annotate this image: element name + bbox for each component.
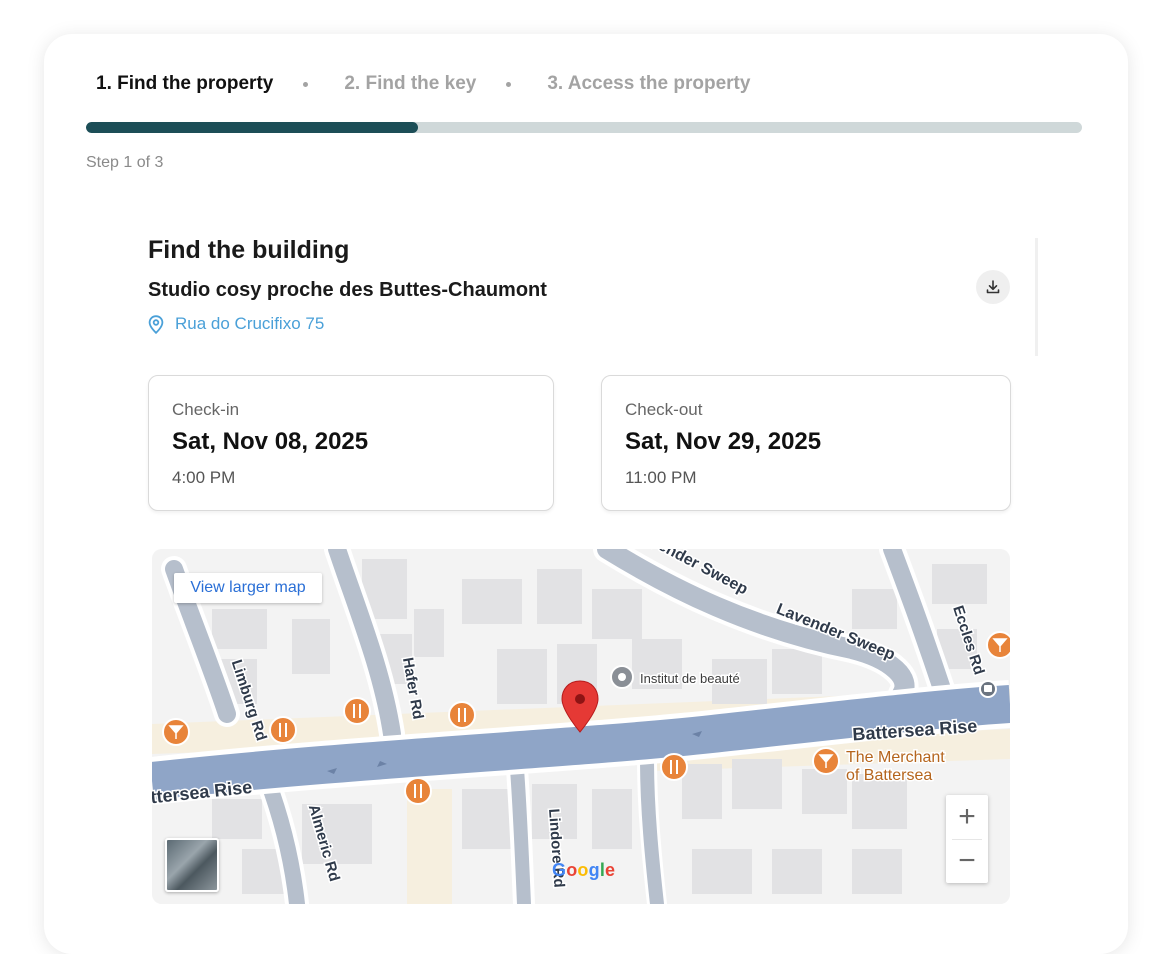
view-larger-map-link[interactable]: View larger map: [174, 573, 322, 603]
step-find-key[interactable]: 2. Find the key: [344, 73, 476, 95]
zoom-out-button[interactable]: −: [946, 839, 988, 883]
poi-label-institut: Institut de beauté: [640, 671, 740, 686]
address-text: Rua do Crucifixo 75: [175, 314, 325, 333]
step-separator-dot: [506, 81, 512, 87]
satellite-toggle[interactable]: [165, 838, 219, 892]
step-access-property[interactable]: 3. Access the property: [547, 73, 750, 95]
zoom-in-button[interactable]: +: [946, 795, 988, 839]
restaurant-icon[interactable]: [269, 716, 297, 744]
bar-icon[interactable]: [812, 747, 840, 775]
embedded-map[interactable]: Battersea Rise ttersea Rise Lavender Swe…: [152, 549, 1010, 904]
checkout-label: Check-out: [625, 400, 703, 419]
checkout-date: Sat, Nov 29, 2025: [625, 428, 822, 455]
checkout-card: Check-out Sat, Nov 29, 2025 11:00 PM: [601, 375, 1011, 511]
checkout-time: 11:00 PM: [625, 468, 697, 487]
download-icon: [986, 280, 1000, 294]
google-logo: Google: [552, 860, 616, 880]
restaurant-icon[interactable]: [660, 753, 688, 781]
stepper: 1. Find the property 2. Find the key 3. …: [96, 72, 750, 96]
poi-label-merchant-line2: of Battersea: [846, 767, 932, 784]
checkin-date: Sat, Nov 08, 2025: [172, 428, 369, 455]
step-counter: Step 1 of 3: [86, 154, 164, 171]
location-pin-icon: [148, 314, 164, 334]
restaurant-icon[interactable]: [404, 777, 432, 805]
step-find-property[interactable]: 1. Find the property: [96, 73, 273, 95]
restaurant-icon[interactable]: [343, 697, 371, 725]
step-separator-dot: [303, 81, 309, 87]
bar-icon[interactable]: [986, 631, 1010, 659]
zoom-controls: + −: [946, 795, 988, 883]
zoom-divider: [952, 839, 982, 840]
restaurant-icon[interactable]: [448, 701, 476, 729]
progress-bar-fill: [86, 122, 418, 133]
checkin-label: Check-in: [172, 400, 240, 419]
poi-label-merchant-line1: The Merchant: [846, 749, 945, 766]
beauty-salon-icon[interactable]: [610, 665, 634, 689]
section-title: Find the building: [148, 236, 350, 264]
checkin-time: 4:00 PM: [172, 468, 236, 487]
checkin-card: Check-in Sat, Nov 08, 2025 4:00 PM: [148, 375, 554, 511]
scroll-divider: [1035, 238, 1038, 356]
progress-bar: [86, 122, 1082, 133]
download-button[interactable]: [976, 270, 1010, 304]
address-link[interactable]: Rua do Crucifixo 75: [148, 314, 324, 334]
bar-icon[interactable]: [162, 718, 190, 746]
property-name: Studio cosy proche des Buttes-Chaumont: [148, 279, 547, 301]
bus-stop-icon[interactable]: [979, 680, 997, 698]
